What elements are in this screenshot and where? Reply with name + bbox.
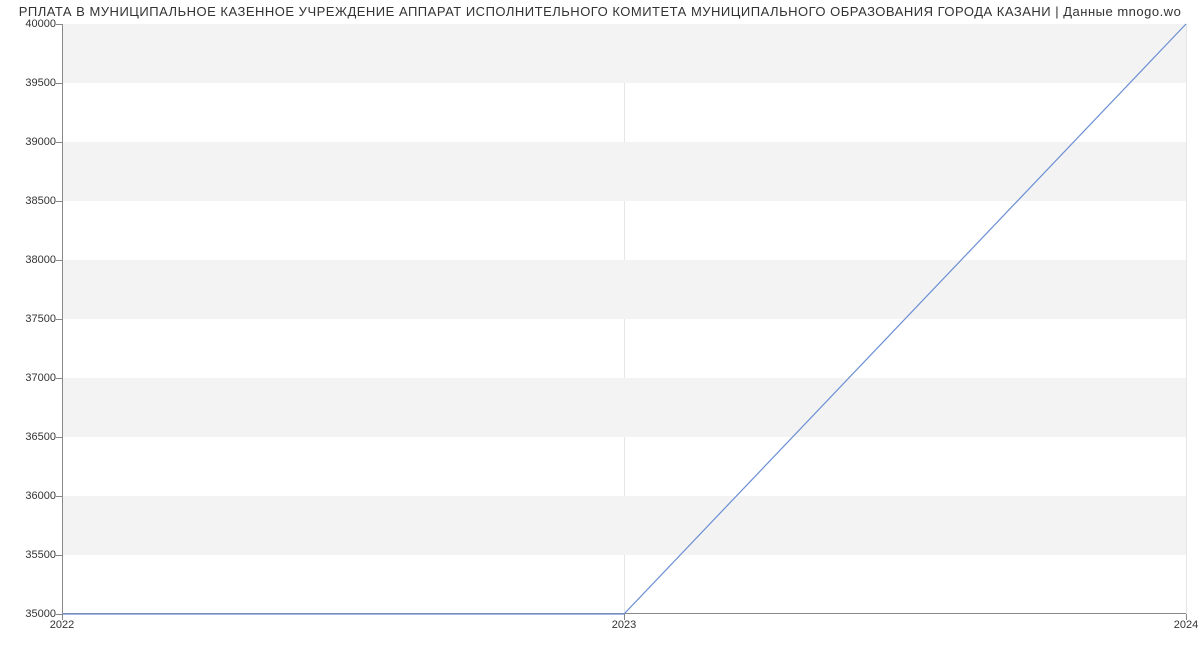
x-tick-label: 2022: [50, 619, 74, 631]
y-tick-label: 35000: [6, 608, 56, 620]
y-tick-label: 40000: [6, 18, 56, 30]
grid-line-v: [1186, 24, 1187, 614]
y-tick-label: 38000: [6, 254, 56, 266]
y-tick-label: 37000: [6, 372, 56, 384]
y-tick: [56, 83, 62, 84]
y-tick: [56, 437, 62, 438]
y-tick-label: 35500: [6, 549, 56, 561]
y-tick: [56, 24, 62, 25]
y-tick-label: 38500: [6, 195, 56, 207]
data-line: [62, 24, 1186, 614]
y-tick: [56, 378, 62, 379]
y-tick-label: 36500: [6, 431, 56, 443]
y-tick: [56, 201, 62, 202]
x-tick-label: 2024: [1174, 619, 1198, 631]
y-tick-label: 36000: [6, 490, 56, 502]
y-tick-label: 39500: [6, 77, 56, 89]
chart-title: РПЛАТА В МУНИЦИПАЛЬНОЕ КАЗЕННОЕ УЧРЕЖДЕН…: [0, 4, 1200, 19]
y-tick-label: 37500: [6, 313, 56, 325]
y-tick-label: 39000: [6, 136, 56, 148]
x-tick-label: 2023: [612, 619, 636, 631]
plot-area: [62, 24, 1186, 614]
y-tick: [56, 496, 62, 497]
y-tick: [56, 142, 62, 143]
y-tick: [56, 319, 62, 320]
y-tick: [56, 260, 62, 261]
y-tick: [56, 555, 62, 556]
